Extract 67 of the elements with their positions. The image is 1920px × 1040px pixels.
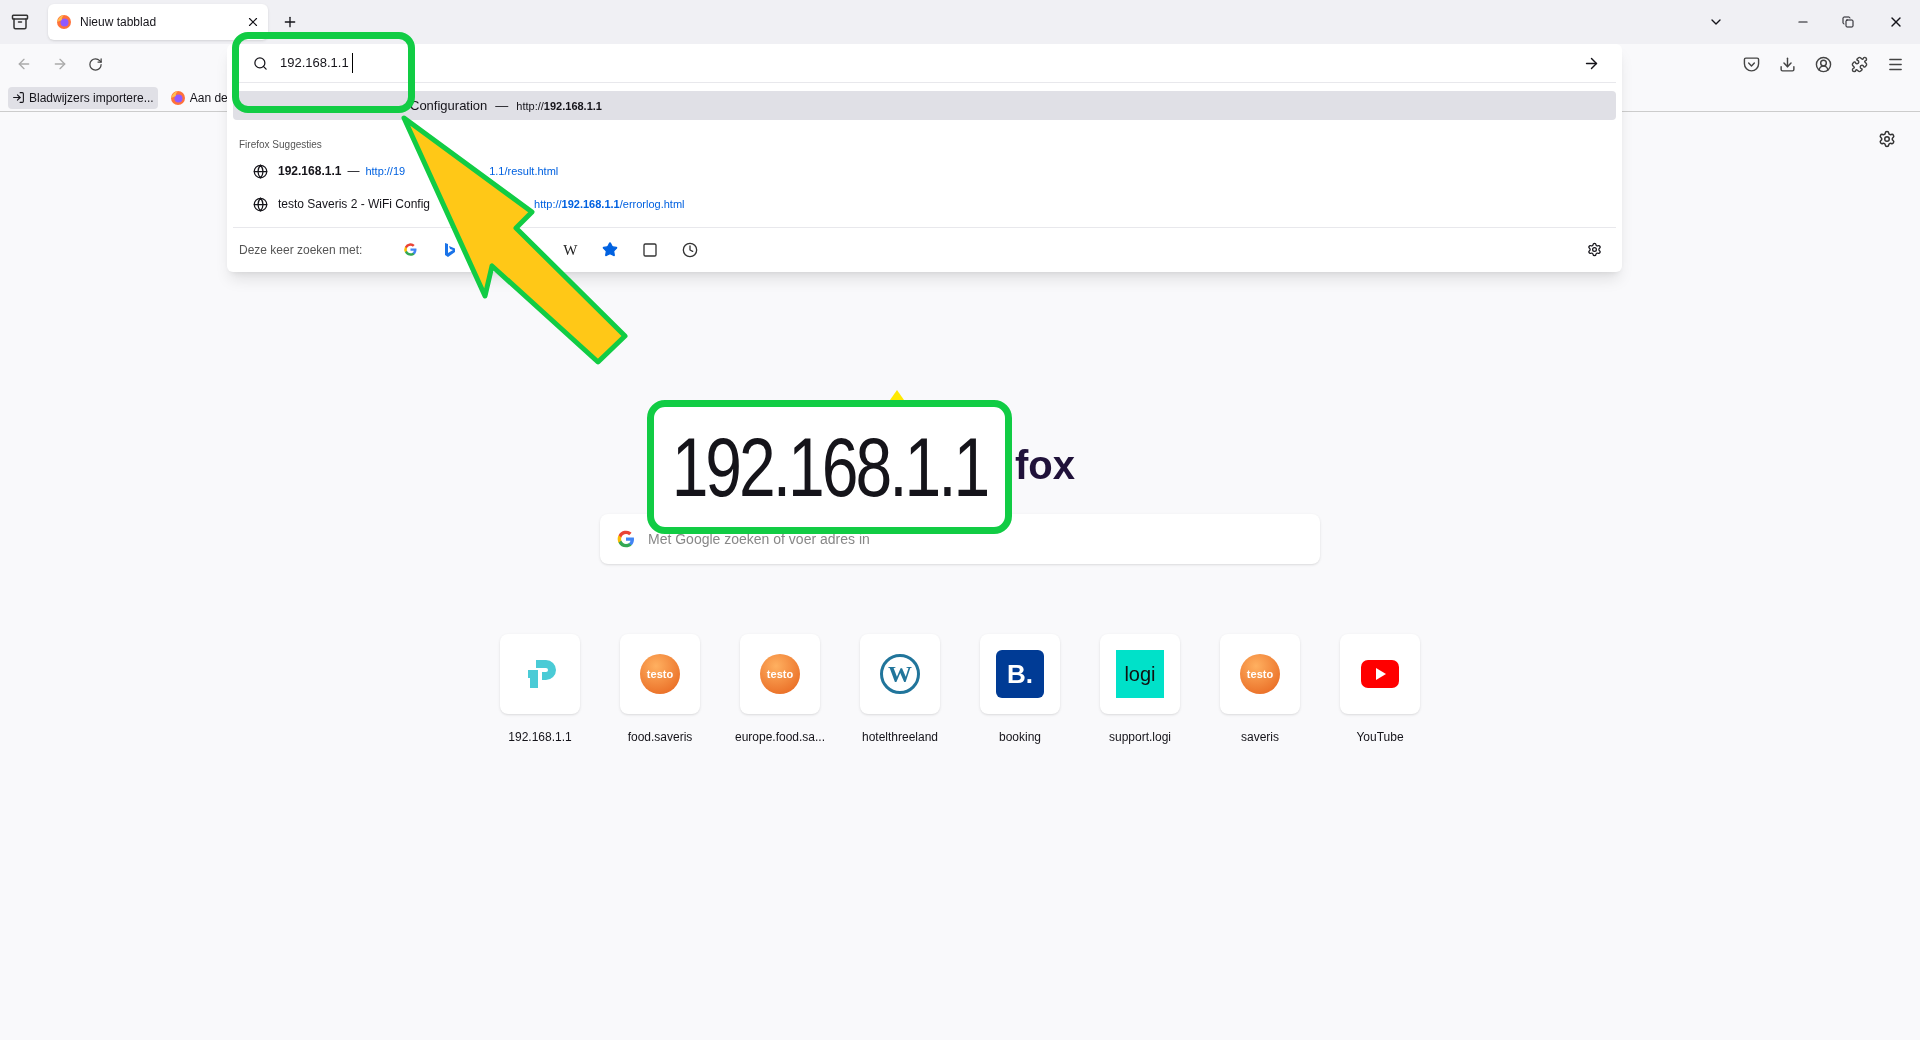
history-icon[interactable]	[682, 242, 699, 258]
bing-icon[interactable]	[443, 242, 458, 258]
firefox-icon	[56, 14, 72, 30]
shortcut-label: booking	[998, 729, 1041, 746]
firefox-icon	[169, 89, 186, 106]
globe-icon	[253, 163, 268, 179]
section-heading: Firefox Suggesties	[239, 138, 323, 153]
reload-icon[interactable]	[88, 56, 103, 72]
url-text: 192.168.1.1	[280, 53, 353, 73]
settings-icon[interactable]	[1878, 130, 1896, 148]
callout-text: 192.168.1.1	[671, 419, 988, 515]
suggestion-row[interactable]: Configuration — http://192.168.1.1	[233, 91, 1616, 121]
pocket-icon[interactable]	[1743, 55, 1760, 73]
bookmark-item[interactable]: Aan de	[165, 86, 232, 109]
firefox-wordmark: fox	[1015, 442, 1075, 489]
shortcut-label: saveris	[1241, 729, 1279, 746]
logo-tip-icon	[890, 390, 904, 400]
wordpress-logo: W	[880, 654, 920, 694]
shortcut-tile[interactable]: B.	[980, 634, 1060, 714]
search-placeholder: Met Google zoeken of voer adres in	[648, 529, 870, 549]
bookmark-item[interactable]: Bladwijzers importere...	[8, 86, 158, 109]
extensions-icon[interactable]	[1851, 55, 1868, 73]
shortcut-tile[interactable]	[1340, 634, 1420, 714]
globe-icon	[253, 196, 268, 212]
close-tab-icon[interactable]	[246, 15, 260, 29]
suggestion-url[interactable]: 1.1/result.html	[489, 162, 559, 180]
suggestion-url[interactable]: http://192.168.1.1/errorlog.html	[534, 196, 685, 213]
search-icon	[253, 55, 268, 71]
testo-logo: testo	[1240, 654, 1280, 694]
suggestion-row[interactable]: testo Saveris 2 - WiFi Config http://192.168.1.1/errorlog.html	[233, 187, 1616, 221]
google-icon[interactable]	[616, 529, 636, 549]
shortcut-label: hotelthreeland	[861, 729, 939, 746]
shortcut-tile[interactable]	[500, 634, 580, 714]
suggestion-title: —	[347, 163, 360, 181]
youtube-icon	[1361, 660, 1399, 688]
account-icon[interactable]	[1815, 55, 1832, 73]
shortcut-label: support.logi	[1108, 729, 1171, 746]
testo-logo: testo	[760, 654, 800, 694]
restore-icon[interactable]	[1842, 16, 1854, 28]
tab-title: Nieuw tabblad	[80, 14, 158, 31]
logi-logo: logi	[1116, 650, 1164, 698]
suggestion-title: 192.168.1.1	[278, 163, 342, 181]
shortcut-label: YouTube	[1356, 729, 1404, 746]
suggestion-url: http://192.168.1.1	[516, 98, 602, 114]
dash: —	[495, 97, 509, 116]
shortcut-label: food.saveris	[627, 729, 693, 746]
search-with-label: Deze keer zoeken met:	[239, 242, 363, 259]
suggestion-url[interactable]: http://19	[365, 162, 406, 180]
booking-logo: B.	[996, 650, 1044, 698]
google-icon[interactable]	[402, 242, 418, 258]
suggestion-title: testo Saveris 2 - WiFi Config	[278, 196, 431, 214]
star-icon[interactable]	[602, 241, 619, 259]
new-tab-icon[interactable]	[282, 14, 298, 30]
shortcut-tile[interactable]: W	[860, 634, 940, 714]
shortcut-tile[interactable]: logi	[1100, 634, 1180, 714]
shortcut-label: 192.168.1.1	[508, 729, 572, 746]
suggestion-title: Configuration	[410, 97, 488, 116]
suggestion-row[interactable]: 192.168.1.1 — http://19 1.1/result.html	[233, 154, 1616, 188]
browser-tab[interactable]: Nieuw tabblad	[48, 4, 268, 40]
tab-list-icon[interactable]	[11, 13, 29, 31]
settings-icon[interactable]	[1587, 242, 1602, 258]
wikipedia-icon[interactable]: W	[563, 238, 578, 262]
testo-logo: testo	[640, 654, 680, 694]
import-icon	[12, 91, 25, 104]
download-icon[interactable]	[1779, 55, 1796, 73]
tabs-icon[interactable]	[642, 242, 659, 258]
shortcut-label: europe.food.sa...	[734, 729, 826, 746]
